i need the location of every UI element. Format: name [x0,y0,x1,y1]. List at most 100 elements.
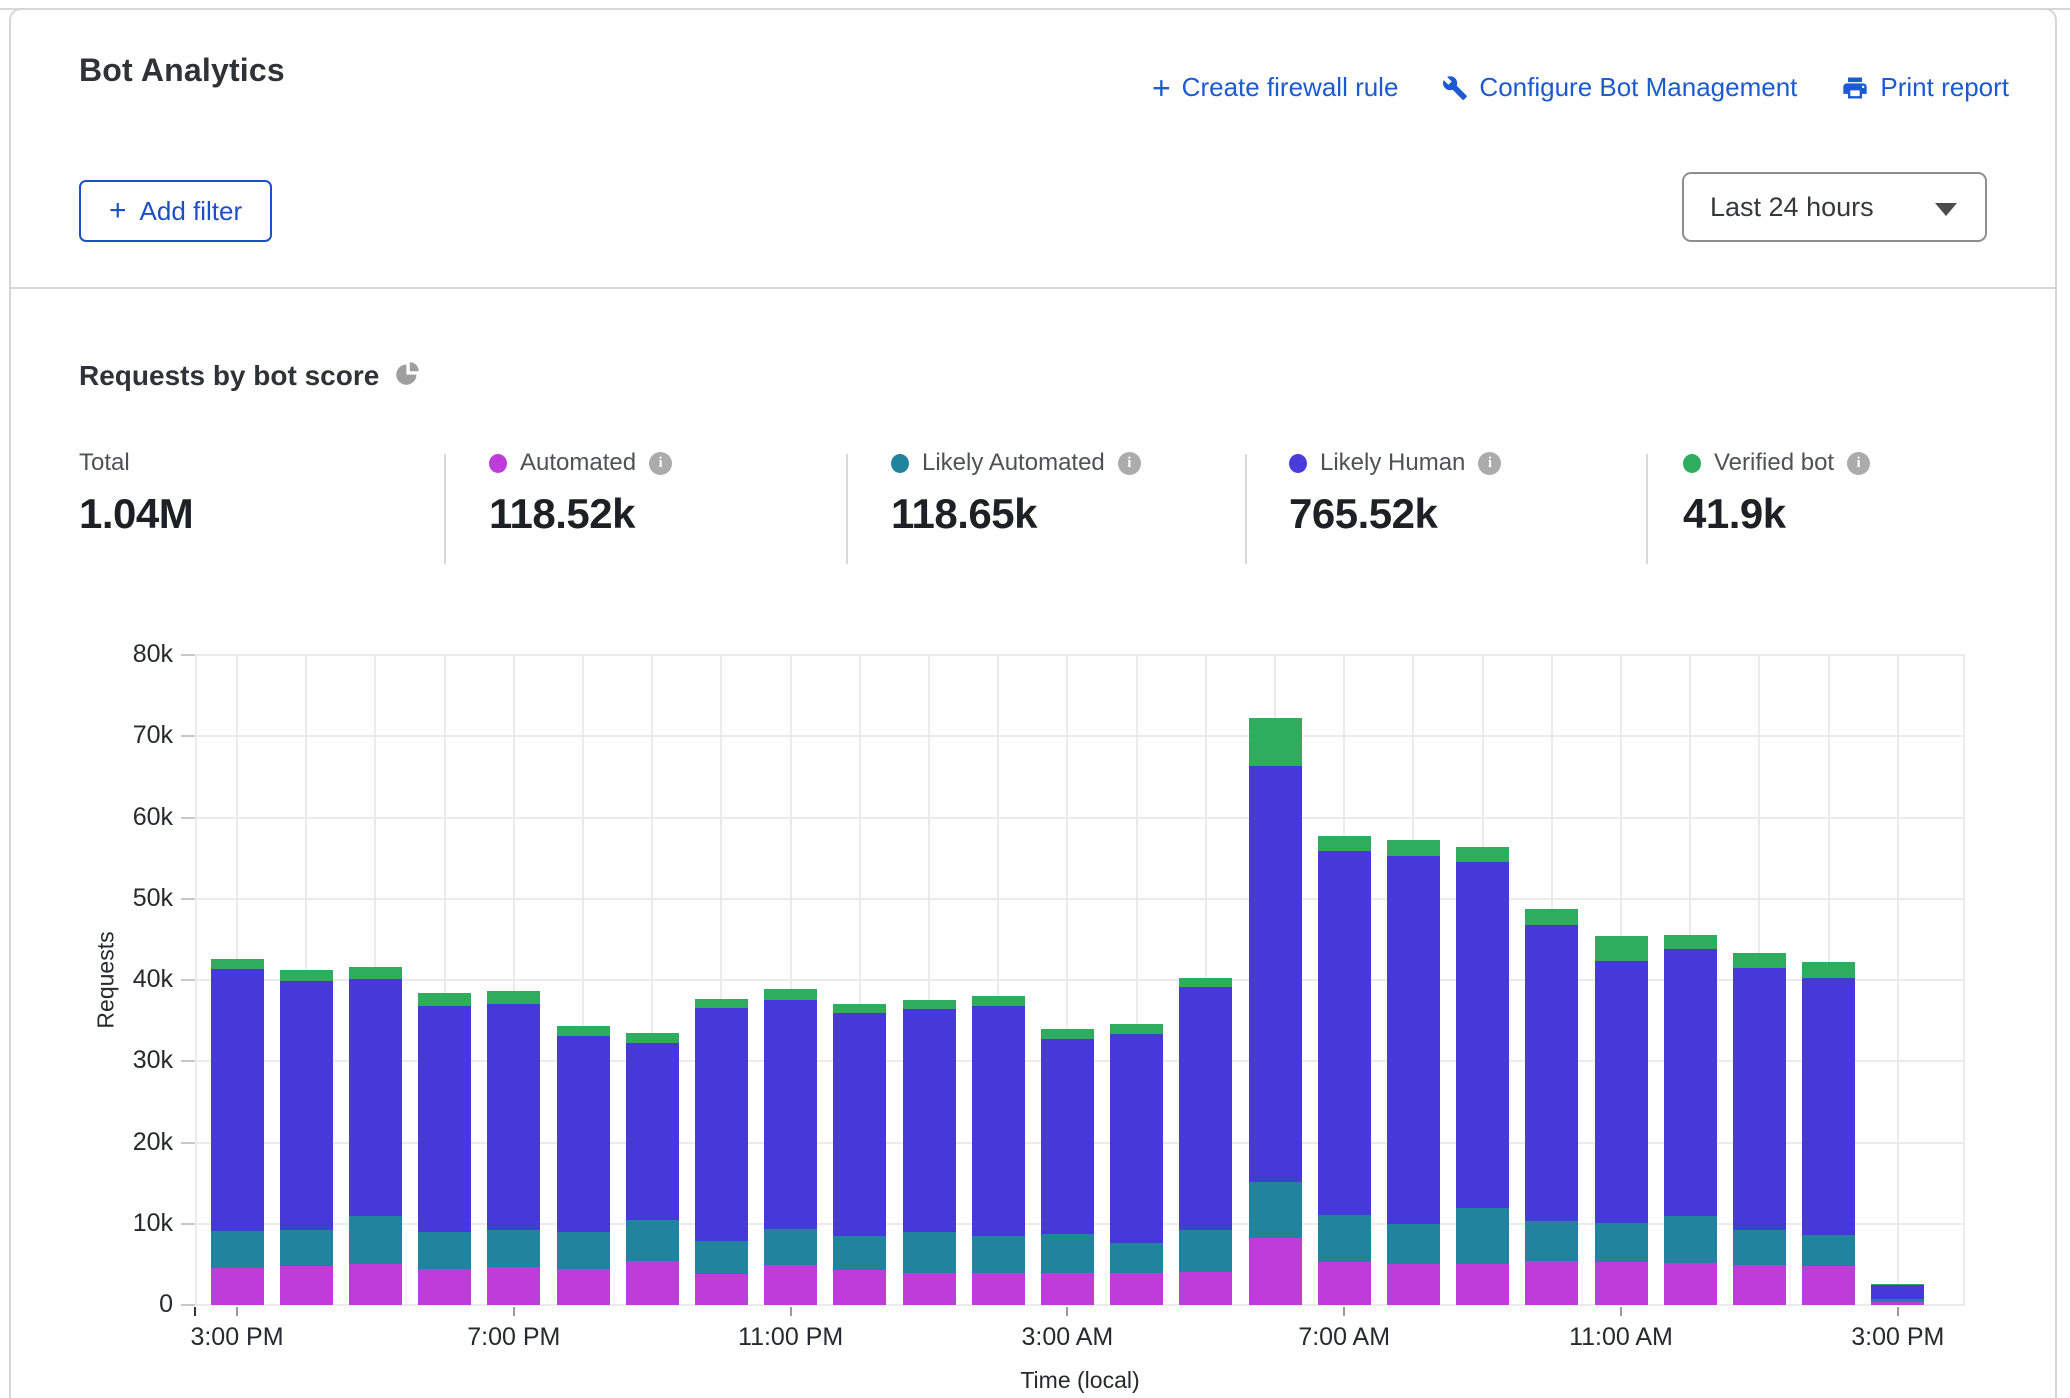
bar-100PM-likely-automated[interactable] [1733,1230,1786,1265]
info-icon[interactable]: i [1478,452,1501,475]
print-report-link[interactable]: Print report [1841,72,2009,103]
bar-100AM-automated[interactable] [903,1273,956,1305]
info-icon[interactable]: i [649,452,672,475]
bar-300PM-likely-human[interactable] [211,969,264,1231]
bar-400AM-automated[interactable] [1110,1273,1163,1305]
bar-300PM-automated[interactable] [1871,1302,1924,1305]
bar-400AM-verified-bot[interactable] [1110,1024,1163,1034]
bar-200PM-automated[interactable] [1802,1266,1855,1305]
bar-800AM-automated[interactable] [1387,1264,1440,1305]
bar-1100AM-likely-human[interactable] [1595,961,1648,1223]
bar-500PM-verified-bot[interactable] [349,967,402,979]
bar-200PM-likely-human[interactable] [1802,978,1855,1236]
bar-1000PM-verified-bot[interactable] [695,999,748,1009]
bar-600AM-verified-bot[interactable] [1249,718,1302,766]
bar-1200PM-verified-bot[interactable] [1664,935,1717,950]
bar-700PM-verified-bot[interactable] [487,991,540,1004]
bar-500PM-automated[interactable] [349,1264,402,1305]
bar-700AM-automated[interactable] [1318,1262,1371,1305]
bar-300PM-automated[interactable] [211,1268,264,1305]
bar-200AM-verified-bot[interactable] [972,996,1025,1006]
bar-300PM-verified-bot[interactable] [211,959,264,970]
bar-1100PM-verified-bot[interactable] [764,989,817,1000]
bar-300AM-likely-human[interactable] [1041,1039,1094,1234]
bar-900PM-likely-automated[interactable] [626,1220,679,1261]
bar-200AM-likely-human[interactable] [972,1006,1025,1236]
bar-800PM-automated[interactable] [557,1269,610,1305]
bar-100AM-verified-bot[interactable] [903,1000,956,1010]
bar-500PM-likely-automated[interactable] [349,1216,402,1264]
bar-300PM-likely-automated[interactable] [1871,1299,1924,1302]
bar-100AM-likely-automated[interactable] [903,1232,956,1273]
bar-300PM-likely-automated[interactable] [211,1231,264,1268]
bar-500AM-automated[interactable] [1179,1272,1232,1305]
bar-600PM-likely-automated[interactable] [418,1232,471,1269]
bar-400PM-likely-automated[interactable] [280,1230,333,1266]
add-filter-button[interactable]: + Add filter [79,180,272,242]
bar-600PM-likely-human[interactable] [418,1006,471,1232]
bar-400PM-likely-human[interactable] [280,981,333,1230]
bar-600PM-automated[interactable] [418,1269,471,1305]
bar-1000AM-likely-automated[interactable] [1525,1221,1578,1262]
bar-200AM-likely-automated[interactable] [972,1236,1025,1273]
bar-1100PM-likely-automated[interactable] [764,1229,817,1266]
bar-700AM-verified-bot[interactable] [1318,836,1371,851]
bar-100PM-likely-human[interactable] [1733,968,1786,1230]
bar-1100AM-automated[interactable] [1595,1262,1648,1305]
bar-300AM-likely-automated[interactable] [1041,1234,1094,1274]
bar-600PM-verified-bot[interactable] [418,993,471,1006]
bar-900AM-verified-bot[interactable] [1456,847,1509,862]
bar-1200PM-likely-automated[interactable] [1664,1216,1717,1262]
bar-300AM-automated[interactable] [1041,1273,1094,1305]
bar-400AM-likely-automated[interactable] [1110,1243,1163,1273]
bar-600AM-automated[interactable] [1249,1238,1302,1305]
bar-800AM-likely-automated[interactable] [1387,1224,1440,1264]
bar-1200PM-likely-human[interactable] [1664,949,1717,1216]
bar-1100AM-likely-automated[interactable] [1595,1223,1648,1262]
bar-700AM-likely-human[interactable] [1318,851,1371,1215]
bar-200PM-verified-bot[interactable] [1802,962,1855,977]
bar-800PM-likely-automated[interactable] [557,1232,610,1269]
bar-1000PM-likely-automated[interactable] [695,1241,748,1274]
bar-900PM-automated[interactable] [626,1261,679,1305]
bar-1100AM-verified-bot[interactable] [1595,936,1648,960]
bar-400PM-verified-bot[interactable] [280,970,333,981]
bar-800PM-likely-human[interactable] [557,1036,610,1232]
bar-700PM-automated[interactable] [487,1267,540,1305]
bar-1000PM-likely-human[interactable] [695,1008,748,1240]
bar-100PM-automated[interactable] [1733,1265,1786,1305]
bar-500AM-verified-bot[interactable] [1179,978,1232,988]
bar-700AM-likely-automated[interactable] [1318,1215,1371,1262]
bar-1000AM-verified-bot[interactable] [1525,909,1578,925]
bar-1200AM-automated[interactable] [833,1270,886,1305]
bar-800AM-verified-bot[interactable] [1387,840,1440,855]
bar-300PM-likely-human[interactable] [1871,1285,1924,1299]
bar-900AM-likely-automated[interactable] [1456,1208,1509,1264]
bar-100AM-likely-human[interactable] [903,1009,956,1232]
bar-600AM-likely-automated[interactable] [1249,1182,1302,1238]
bar-200AM-automated[interactable] [972,1273,1025,1306]
bar-500AM-likely-automated[interactable] [1179,1230,1232,1271]
bar-600AM-likely-human[interactable] [1249,766,1302,1181]
bar-800AM-likely-human[interactable] [1387,856,1440,1224]
bar-400AM-likely-human[interactable] [1110,1034,1163,1244]
bar-400PM-automated[interactable] [280,1266,333,1305]
bar-900AM-automated[interactable] [1456,1264,1509,1305]
bar-900AM-likely-human[interactable] [1456,862,1509,1207]
time-range-dropdown[interactable]: Last 24 hours [1682,172,1987,242]
bar-1200AM-likely-automated[interactable] [833,1236,886,1270]
bar-1200AM-verified-bot[interactable] [833,1004,886,1014]
create-firewall-rule-link[interactable]: + Create firewall rule [1152,72,1398,103]
bar-700PM-likely-human[interactable] [487,1004,540,1231]
bar-500PM-likely-human[interactable] [349,979,402,1216]
bar-1000PM-automated[interactable] [695,1274,748,1305]
bar-700PM-likely-automated[interactable] [487,1230,540,1267]
bar-1100PM-automated[interactable] [764,1265,817,1305]
bar-1200AM-likely-human[interactable] [833,1013,886,1236]
bar-1100PM-likely-human[interactable] [764,1000,817,1229]
bar-100PM-verified-bot[interactable] [1733,953,1786,968]
bar-800PM-verified-bot[interactable] [557,1026,610,1036]
bar-300PM-verified-bot[interactable] [1871,1284,1924,1285]
bar-200PM-likely-automated[interactable] [1802,1235,1855,1266]
bar-900PM-verified-bot[interactable] [626,1033,679,1043]
